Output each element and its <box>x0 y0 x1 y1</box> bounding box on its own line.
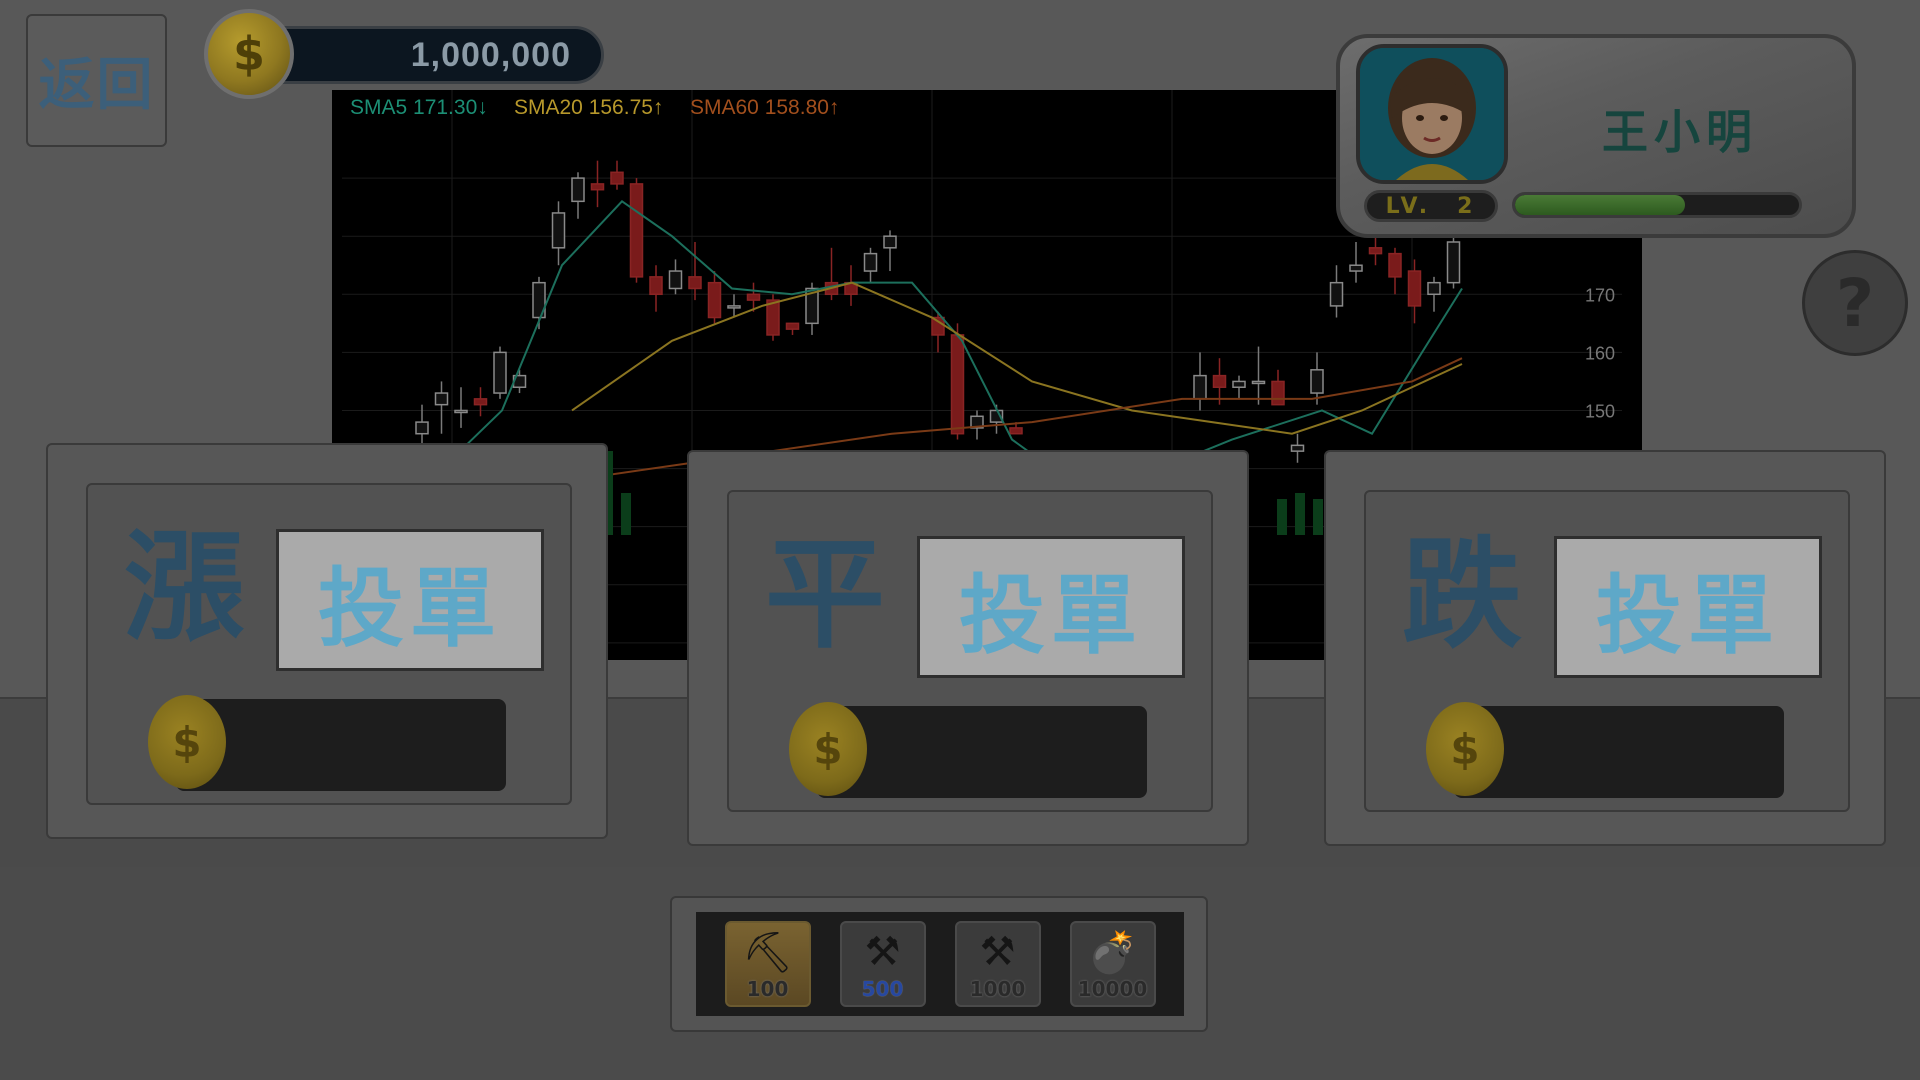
tool-bomb-button[interactable]: 💣 10000 <box>1069 921 1156 1007</box>
bomb-icon: 💣 <box>1087 930 1138 976</box>
candle-body <box>1193 374 1207 400</box>
tool-shovel-button[interactable]: ⛏ 100 <box>724 921 811 1007</box>
candle-body <box>950 334 965 435</box>
level-label: LV. <box>1385 193 1432 219</box>
tool-heavy-drill-button[interactable]: ⚒ 1000 <box>954 921 1041 1007</box>
place-order-flat-button[interactable]: 投單 <box>917 536 1185 678</box>
level-badge: LV. 2 <box>1364 190 1498 222</box>
volume-bar <box>1277 499 1287 535</box>
candle-body <box>863 252 878 272</box>
indicator-label: SMA20 156.75↑ <box>514 96 663 119</box>
experience-fill <box>1515 195 1686 215</box>
y-tick-label: 150 <box>1585 401 1615 421</box>
candle-body <box>1407 270 1422 307</box>
candle-body <box>1388 252 1402 278</box>
candle-body <box>1368 247 1383 255</box>
candle-body <box>629 183 644 278</box>
candle-body <box>931 316 945 336</box>
bet-panel-flat: 平 投單 $ <box>687 450 1249 846</box>
bet-panel-down: 跌 投單 $ <box>1324 450 1886 846</box>
tool-price: 1000 <box>969 977 1026 1001</box>
candle-body <box>1310 369 1324 394</box>
candle-body <box>668 270 683 290</box>
volume-bar <box>1295 493 1305 535</box>
bet-direction-up: 漲 <box>124 519 244 658</box>
y-tick-label: 160 <box>1585 343 1615 363</box>
player-name: 王小明 <box>1602 105 1758 159</box>
tool-tray: ⛏ 100 ⚒ 500 ⚒ 1000 💣 10000 <box>670 896 1208 1032</box>
tool-list: ⛏ 100 ⚒ 500 ⚒ 1000 💣 10000 <box>696 912 1184 1016</box>
coin-icon: $ <box>148 695 226 789</box>
candle-body <box>1271 380 1285 406</box>
bet-panel-up: 漲 投單 $ <box>46 443 608 839</box>
candle-body <box>727 305 741 309</box>
drill-icon: ⚒ <box>979 929 1016 975</box>
candle-body <box>688 276 702 290</box>
candle-body <box>1349 264 1363 272</box>
tool-price: 500 <box>861 977 904 1001</box>
candle-body <box>415 421 429 435</box>
shovel-icon: ⛏ <box>742 930 793 976</box>
candle-body <box>1251 380 1266 385</box>
candle-body <box>746 293 761 301</box>
candle-body <box>610 171 624 185</box>
indicator-label: SMA60 158.80↑ <box>690 96 839 119</box>
candle-body <box>707 281 722 319</box>
avatar <box>1356 44 1508 184</box>
place-order-up-button[interactable]: 投單 <box>276 529 544 671</box>
candle-body <box>1212 374 1227 388</box>
tool-price: 100 <box>746 977 789 1001</box>
volume-bar <box>1313 499 1323 535</box>
y-tick-label: 170 <box>1585 285 1615 305</box>
back-button[interactable]: 返回 <box>26 14 167 147</box>
tool-drill-button[interactable]: ⚒ 500 <box>839 921 926 1007</box>
candle-body <box>766 299 780 336</box>
avatar-portrait <box>1360 48 1504 180</box>
candle-body <box>785 322 800 330</box>
help-button[interactable]: ? <box>1802 250 1908 356</box>
candle-body <box>1290 444 1305 452</box>
bet-panel-inner: 跌 投單 $ <box>1364 490 1850 812</box>
drill-icon: ⚒ <box>864 929 901 975</box>
place-order-down-button[interactable]: 投單 <box>1554 536 1822 678</box>
candle-body <box>434 392 449 406</box>
bet-panel-inner: 漲 投單 $ <box>86 483 572 805</box>
candle-body <box>1009 427 1023 435</box>
indicator-label: SMA5 171.30↓ <box>350 96 488 119</box>
coin-balance-value: 1,000,000 <box>410 35 571 74</box>
candle-body <box>454 409 468 414</box>
candle-body <box>1427 281 1441 296</box>
coin-icon: $ <box>1426 702 1504 796</box>
candle-body <box>493 351 507 394</box>
level-value: 2 <box>1457 193 1477 219</box>
bet-direction-flat: 平 <box>765 526 885 665</box>
candle-body <box>1232 380 1246 388</box>
candle-body <box>883 235 897 249</box>
coin-icon: $ <box>204 9 294 99</box>
coin-balance: 1,000,000 <box>248 26 604 84</box>
candle-body <box>649 276 663 296</box>
candle-body <box>551 212 566 249</box>
sma20-line <box>571 281 1463 435</box>
candle-body <box>1446 241 1461 284</box>
bet-direction-down: 跌 <box>1402 526 1522 665</box>
volume-bar <box>621 493 631 535</box>
candle-body <box>571 177 585 203</box>
candle-body <box>1329 281 1344 307</box>
candle-body <box>473 398 488 406</box>
coin-icon: $ <box>789 702 867 796</box>
candle-body <box>590 183 605 191</box>
bet-panel-inner: 平 投單 $ <box>727 490 1213 812</box>
experience-bar <box>1512 192 1802 218</box>
tool-price: 10000 <box>1077 977 1148 1001</box>
